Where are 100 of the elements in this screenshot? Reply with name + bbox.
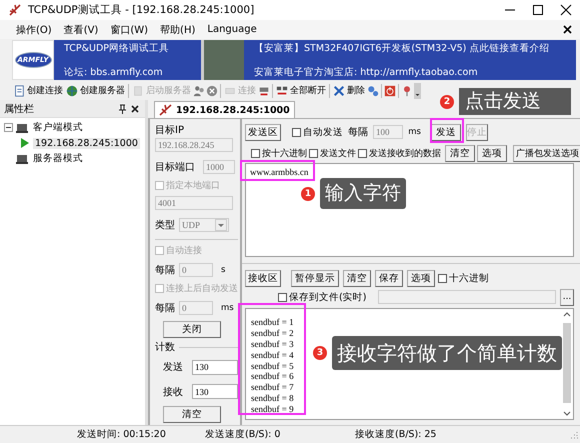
field-label: 目标端口 xyxy=(155,160,195,174)
broadcast-options-button[interactable]: 广播包发送选项 xyxy=(513,144,580,162)
type-dropdown[interactable]: UDP xyxy=(179,218,229,232)
menu-item[interactable]: 查看(V) xyxy=(64,22,98,36)
field-label: 计数 xyxy=(155,340,175,354)
receive-toolbar-button[interactable]: 清空 xyxy=(343,270,371,286)
connection-icon xyxy=(159,104,173,116)
received-line: sendbuf = 5 xyxy=(251,360,294,372)
clear-button[interactable]: 清空 xyxy=(163,406,221,423)
menu-item[interactable]: 窗口(W) xyxy=(110,22,148,36)
forum-link[interactable]: 论坛: bbs.armfly.com xyxy=(64,66,195,79)
maximize-icon[interactable] xyxy=(532,4,544,16)
local-port-field[interactable]: 4001 xyxy=(155,196,233,210)
field-label: 目标IP xyxy=(155,124,185,136)
field-label: 发送 xyxy=(163,361,184,374)
shop-link[interactable]: 安富莱电子官方淘宝店: http://armfly.taobao.com xyxy=(254,66,570,79)
callout-label: 输入字符 xyxy=(320,178,406,209)
hex-checkbox[interactable]: 十六进制 xyxy=(438,272,489,284)
options-button[interactable]: 选项 xyxy=(477,144,507,162)
auto-send-checkbox[interactable]: 自动发送 xyxy=(292,126,343,138)
send-option-checkbox[interactable]: 发送文件 xyxy=(309,146,356,160)
status-text: 发送时间: 00:15:20 xyxy=(77,428,167,441)
sent-count-field[interactable]: 130 xyxy=(192,360,238,375)
close-icon[interactable] xyxy=(563,25,572,34)
received-line: sendbuf = 2 xyxy=(251,328,294,339)
disconnect-icon[interactable] xyxy=(258,84,270,96)
send-option-checkbox[interactable]: 发送接收到的数据 xyxy=(358,146,441,160)
ip-field[interactable]: 192.168.28.245 xyxy=(155,138,233,152)
field-label: 接收 xyxy=(163,386,184,399)
received-line: sendbuf = 3 xyxy=(251,338,294,350)
banner-headline[interactable]: 【安富莱】STM32F407IGT6开发板(STM32-V5) 点此链接查看介绍 xyxy=(254,42,570,55)
send-button[interactable]: 发送 xyxy=(431,124,461,140)
close-icon[interactable] xyxy=(560,4,572,16)
power-icon[interactable] xyxy=(384,84,396,96)
status-text: 接收速度(B/S): 25 xyxy=(355,428,438,441)
receive-toolbar-button[interactable]: 保存 xyxy=(375,270,403,286)
computer-icon xyxy=(16,122,28,134)
collapse-icon[interactable] xyxy=(4,123,13,132)
received-count-field[interactable]: 130 xyxy=(192,384,238,400)
tree-item[interactable]: 服务器模式 xyxy=(31,152,85,165)
panel-title: 属性栏 xyxy=(4,102,34,116)
received-line: sendbuf = 6 xyxy=(251,371,294,382)
toolbar-button[interactable]: 删除 xyxy=(332,82,366,99)
interval-field[interactable]: 100 xyxy=(373,125,404,139)
file-path-field[interactable] xyxy=(378,290,556,304)
overflow-icon[interactable] xyxy=(414,82,421,98)
banner-title[interactable]: TCP&UDP网络调试工具 xyxy=(64,42,195,55)
people-icon[interactable] xyxy=(193,84,205,96)
photo-placeholder xyxy=(201,40,244,80)
clear-button[interactable]: 清空 xyxy=(445,144,475,162)
document-icon xyxy=(13,84,25,96)
received-line: sendbuf = 9 xyxy=(251,404,294,416)
status-text: 发送速度(B/S): 0 xyxy=(205,428,282,441)
save-to-file-checkbox[interactable]: 保存到文件(实时) xyxy=(278,290,366,304)
interval-field[interactable]: 0 xyxy=(179,262,213,277)
field-label: 每隔 xyxy=(155,264,175,277)
menu-item[interactable]: Language xyxy=(207,24,257,35)
resize-grip-icon xyxy=(570,430,578,438)
receive-toolbar-button[interactable]: 选项 xyxy=(407,270,435,286)
gears-icon[interactable] xyxy=(367,84,379,96)
close-button[interactable]: 关闭 xyxy=(163,320,221,338)
send-option-checkbox[interactable]: 按十六进制 xyxy=(251,146,307,160)
menu-item[interactable]: 帮助(H) xyxy=(160,22,196,36)
tab[interactable]: 192.168.28.245:1000 xyxy=(154,101,295,118)
tree-item[interactable]: 客户端模式 xyxy=(31,121,85,134)
callout-label: 接收字符做了个简单计数 xyxy=(332,336,562,370)
computer-icon xyxy=(16,152,28,164)
send-area-button[interactable]: 发送区 xyxy=(245,124,281,140)
play-icon xyxy=(20,137,30,149)
field-label: 每隔 xyxy=(348,126,368,139)
toolbar-button[interactable]: 创建连接 xyxy=(12,82,64,99)
received-line: sendbuf = 7 xyxy=(251,382,294,394)
unit-label: s xyxy=(221,264,226,275)
tree-item[interactable]: 192.168.28.245:1000 xyxy=(33,138,140,148)
field-label: 每隔 xyxy=(155,302,175,315)
circle-x-icon[interactable] xyxy=(206,84,218,96)
callout-label: 点击发送 xyxy=(459,88,571,115)
browse-button[interactable]: ... xyxy=(560,288,574,306)
interval-field[interactable]: 0 xyxy=(179,300,213,315)
received-line: sendbuf = 8 xyxy=(251,393,294,404)
field-label: 类型 xyxy=(155,218,175,232)
receive-toolbar-button[interactable]: 暂停显示 xyxy=(291,270,339,286)
unit-label: ms xyxy=(408,127,421,137)
received-line: sendbuf = 4 xyxy=(251,350,294,361)
unit-label: ms xyxy=(221,302,234,313)
app-icon xyxy=(8,3,22,17)
receive-area-button[interactable]: 接收区 xyxy=(245,270,281,286)
pin-icon[interactable] xyxy=(118,104,127,114)
toolbar-button[interactable]: 全部断开 xyxy=(275,82,327,99)
window-title: TCP&UDP测试工具 - [192.168.28.245:1000] xyxy=(28,3,254,17)
highlight-frame xyxy=(430,118,464,143)
toolbar-button[interactable]: 创建服务器 xyxy=(65,82,126,99)
close-icon[interactable] xyxy=(131,104,139,112)
port-field[interactable]: 1000 xyxy=(203,160,235,174)
send-text: www.armbbs.cn xyxy=(250,167,308,177)
received-line: sendbuf = 1 xyxy=(251,317,294,328)
globe-icon xyxy=(66,84,78,96)
cross-icon xyxy=(333,84,345,96)
step-badge: 2 xyxy=(440,94,454,108)
menu-item[interactable]: 操作(O) xyxy=(16,22,52,36)
